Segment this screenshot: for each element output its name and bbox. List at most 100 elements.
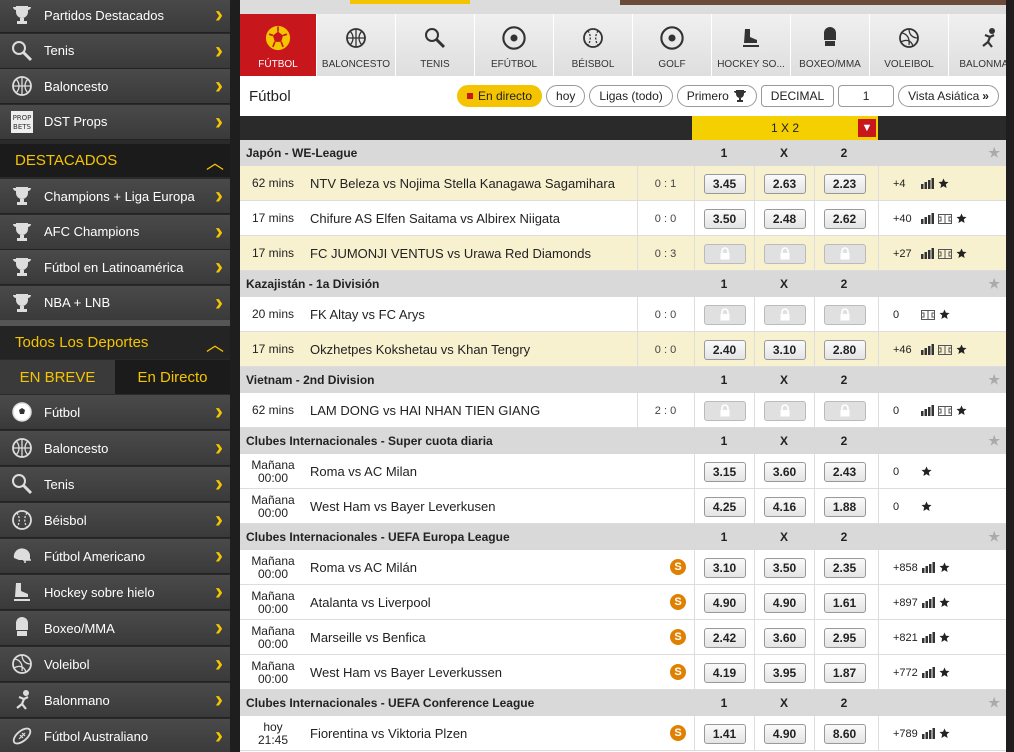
sidebar-item-f-tbol[interactable]: Fútbol › (0, 395, 230, 430)
odds-button[interactable]: 3.50 (703, 208, 746, 229)
odds-button[interactable]: 3.95 (763, 662, 806, 683)
odds-button[interactable]: 1.88 (823, 496, 866, 517)
match-row[interactable]: 62 mins NTV Beleza vs Nojima Stella Kanag… (240, 166, 1006, 201)
match-teams[interactable]: FK Altay vs FC Arys (310, 297, 425, 332)
favorite-star-icon[interactable] (939, 667, 950, 678)
tab-sport-9[interactable]: BALONMA... (949, 14, 1006, 76)
all-sports-header[interactable]: Todos Los Deportes ︿ (0, 326, 230, 359)
sidebar-item-baloncesto[interactable]: Baloncesto › (0, 69, 230, 104)
stats-bar-icon[interactable] (921, 178, 934, 189)
more-markets[interactable]: 0 (878, 297, 1006, 332)
tab-sport-5[interactable]: GOLF (633, 14, 712, 76)
favorite-star-icon[interactable] (939, 562, 950, 573)
odds-button[interactable]: 1.41 (703, 723, 746, 744)
odds-button[interactable]: 2.23 (823, 173, 866, 194)
odds-button[interactable]: 2.95 (823, 627, 866, 648)
odds-button[interactable]: 4.19 (703, 662, 746, 683)
match-row[interactable]: 62 mins LAM DONG vs HAI NHAN TIEN GIANG 2 … (240, 393, 1006, 428)
favorite-star-icon[interactable] (956, 405, 967, 416)
match-row[interactable]: 17 mins FC JUMONJI VENTUS vs Urawa Red Di… (240, 236, 1006, 271)
tab-sport-1[interactable]: BALONCESTO (317, 14, 396, 76)
odds-button[interactable]: 4.90 (703, 592, 746, 613)
favorite-star-icon[interactable] (956, 248, 967, 259)
more-markets[interactable]: +4 (878, 166, 1006, 201)
favorite-star-icon[interactable]: ★ (988, 276, 1000, 292)
favorite-star-icon[interactable] (921, 501, 932, 512)
odds-button[interactable]: 8.60 (823, 723, 866, 744)
asian-view-button[interactable]: Vista Asiática» (898, 85, 999, 107)
match-row[interactable]: Mañana 00:00 Roma vs AC Milan 3.15 3.60 2.43 0 (240, 454, 1006, 489)
odds-button[interactable]: 2.48 (763, 208, 806, 229)
sidebar-item-f-tbol-americano[interactable]: Fútbol Americano › (0, 539, 230, 574)
live-field-icon[interactable] (938, 405, 952, 416)
match-teams[interactable]: Roma vs AC Milan (310, 454, 417, 489)
market-select[interactable]: 1 X 2 ▼ (692, 116, 878, 140)
sidebar-item-baloncesto[interactable]: Baloncesto › (0, 431, 230, 466)
match-teams[interactable]: Marseille vs Benfica (310, 620, 426, 655)
odds-button[interactable]: 1.87 (823, 662, 866, 683)
more-markets[interactable]: +789 (878, 716, 1006, 751)
odds-button[interactable]: 4.90 (763, 723, 806, 744)
match-teams[interactable]: NTV Beleza vs Nojima Stella Kanagawa Sag… (310, 166, 615, 201)
match-row[interactable]: Mañana 00:00 West Ham vs Bayer Leverkusen 4… (240, 489, 1006, 524)
sidebar-item-tenis[interactable]: Tenis › (0, 467, 230, 502)
destacados-header[interactable]: DESTACADOS ︿ (0, 144, 230, 177)
favorite-star-icon[interactable] (939, 728, 950, 739)
sidebar-item-tenis[interactable]: Tenis › (0, 33, 230, 69)
sidebar-item-b-isbol[interactable]: Béisbol › (0, 503, 230, 538)
favorite-star-icon[interactable] (956, 213, 967, 224)
more-markets[interactable]: +40 (878, 201, 1006, 236)
chevron-down-icon[interactable]: ▼ (858, 119, 876, 137)
sidebar-item-f-tbol-australiano[interactable]: Fútbol Australiano › (0, 719, 230, 752)
sidebar-item-balonmano[interactable]: Balonmano › (0, 683, 230, 718)
sidebar-item-champions-liga-europa[interactable]: Champions + Liga Europa › (0, 179, 230, 214)
odds-button[interactable]: 2.80 (823, 339, 866, 360)
more-markets[interactable]: 0 (878, 489, 1006, 524)
stats-bar-icon[interactable] (921, 597, 935, 608)
live-field-icon[interactable] (938, 344, 952, 355)
match-teams[interactable]: Roma vs AC Milán (310, 550, 417, 585)
live-filter-button[interactable]: En directo (457, 85, 543, 107)
live-field-icon[interactable] (921, 309, 935, 320)
match-teams[interactable]: West Ham vs Bayer Leverkusen (310, 489, 495, 524)
more-markets[interactable]: +821 (878, 620, 1006, 655)
odds-button[interactable]: 3.60 (763, 461, 806, 482)
favorite-star-icon[interactable]: ★ (988, 695, 1000, 711)
live-field-icon[interactable] (938, 213, 952, 224)
odds-button[interactable]: 3.60 (763, 627, 806, 648)
sidebar-item-partidos-destacados[interactable]: Partidos Destacados › (0, 0, 230, 33)
stats-bar-icon[interactable] (921, 248, 934, 259)
odds-button[interactable]: 1.61 (823, 592, 866, 613)
tab-sport-3[interactable]: EFÚTBOL (475, 14, 554, 76)
stats-bar-icon[interactable] (921, 213, 934, 224)
match-teams[interactable]: Fiorentina vs Viktoria Plzen (310, 716, 467, 751)
odds-button[interactable]: 2.62 (823, 208, 866, 229)
favorite-star-icon[interactable] (938, 178, 949, 189)
leagues-filter-button[interactable]: Ligas (todo) (589, 85, 673, 107)
stats-bar-icon[interactable] (921, 405, 934, 416)
odds-button[interactable]: 4.16 (763, 496, 806, 517)
more-markets[interactable]: +897 (878, 585, 1006, 620)
tab-sport-8[interactable]: VOLEIBOL (870, 14, 949, 76)
tab-en-directo[interactable]: En Directo (115, 360, 230, 394)
more-markets[interactable]: +46 (878, 332, 1006, 367)
stats-bar-icon[interactable] (921, 562, 935, 573)
stake-input[interactable]: 1 (838, 85, 895, 107)
favorite-star-icon[interactable]: ★ (988, 433, 1000, 449)
favorite-star-icon[interactable] (939, 597, 950, 608)
match-teams[interactable]: Okzhetpes Kokshetau vs Khan Tengry (310, 332, 530, 367)
odds-button[interactable]: 2.43 (823, 461, 866, 482)
sidebar-item-hockey-sobre-hielo[interactable]: Hockey sobre hielo › (0, 575, 230, 610)
tab-en-breve[interactable]: EN BREVE (0, 360, 115, 394)
odds-button[interactable]: 2.40 (703, 339, 746, 360)
stats-bar-icon[interactable] (921, 667, 935, 678)
live-field-icon[interactable] (938, 248, 952, 259)
tab-sport-0[interactable]: FÚTBOL (240, 14, 317, 76)
favorite-star-icon[interactable] (939, 632, 950, 643)
tab-sport-6[interactable]: HOCKEY SO... (712, 14, 791, 76)
sidebar-item-boxeo-mma[interactable]: Boxeo/MMA › (0, 611, 230, 646)
sidebar-item-voleibol[interactable]: Voleibol › (0, 647, 230, 682)
favorite-star-icon[interactable]: ★ (988, 372, 1000, 388)
odds-button[interactable]: 2.63 (763, 173, 806, 194)
favorite-star-icon[interactable] (921, 466, 932, 477)
